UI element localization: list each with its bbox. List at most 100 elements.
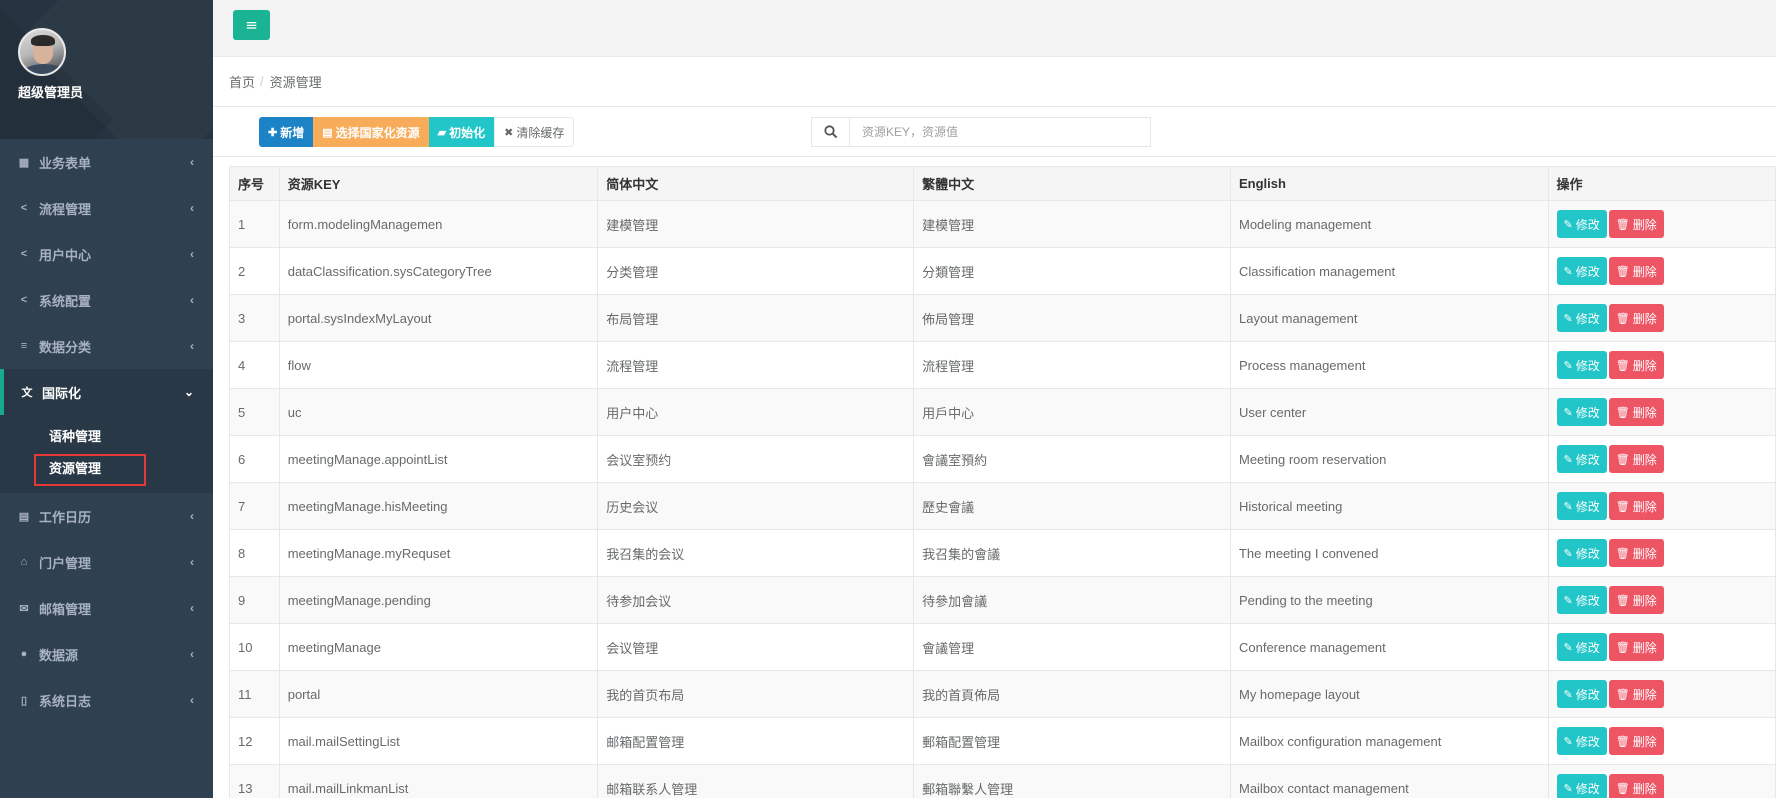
column-header-simplified[interactable]: 简体中文 [597, 166, 915, 201]
sidebar-item-mailbox[interactable]: ✉ 邮箱管理 ‹ [0, 585, 213, 631]
edit-button[interactable]: ✎ 修改 [1556, 774, 1607, 798]
delete-button[interactable]: 🗑 删除 [1608, 774, 1664, 798]
sidebar-subitem-language[interactable]: 语种管理 [0, 419, 213, 451]
cell-english: My homepage layout [1229, 670, 1549, 718]
select-i18n-resource-button[interactable]: ▤ 选择国家化资源 [313, 117, 429, 147]
close-icon: ✖ [504, 126, 514, 139]
sidebar-subitem-resource[interactable]: 资源管理 [0, 451, 213, 486]
cell-index: 7 [229, 482, 280, 530]
cell-index: 4 [229, 341, 280, 389]
cell-traditional: 我召集的會議 [913, 529, 1231, 577]
sidebar-item-system-log[interactable]: ▯ 系统日志 ‹ [0, 677, 213, 723]
trash-icon: 🗑 [1615, 688, 1630, 701]
sidebar-subitem-label: 资源管理 [49, 460, 102, 476]
cell-simplified: 建模管理 [597, 200, 915, 248]
search-input[interactable] [849, 117, 1151, 147]
edit-button[interactable]: ✎ 修改 [1556, 304, 1607, 332]
sidebar-item-business-forms[interactable]: ▦ 业务表单 ‹ [0, 139, 213, 185]
share-icon: < [20, 248, 28, 260]
edit-button[interactable]: ✎ 修改 [1556, 727, 1607, 755]
delete-button[interactable]: 🗑 删除 [1608, 633, 1664, 661]
chevron-down-icon: ⌄ [183, 385, 194, 399]
cell-english: Mailbox contact management [1229, 764, 1549, 798]
breadcrumb-home[interactable]: 首页 [229, 72, 255, 91]
edit-button[interactable]: ✎ 修改 [1556, 445, 1607, 473]
edit-button[interactable]: ✎ 修改 [1556, 210, 1607, 238]
delete-button[interactable]: 🗑 删除 [1608, 257, 1664, 285]
table-row: 6 meetingManage.appointList 会议室预约 會議室預約 Meet… [229, 435, 1776, 483]
column-header-actions: 操作 [1547, 166, 1776, 201]
select-i18n-label: 选择国家化资源 [335, 125, 420, 140]
sidebar-item-i18n[interactable]: 文 国际化 ⌄ [0, 369, 213, 415]
delete-button[interactable]: 🗑 删除 [1608, 539, 1664, 567]
cell-english: Historical meeting [1229, 482, 1549, 530]
profile-header: 超级管理员 [0, 0, 213, 139]
chevron-left-icon: ‹ [190, 247, 194, 261]
add-button[interactable]: ✚ 新增 [259, 117, 314, 147]
calendar-icon: ▤ [18, 510, 30, 523]
delete-button[interactable]: 🗑 删除 [1608, 351, 1664, 379]
sidebar: 超级管理员 ▦ 业务表单 ‹ < 流程管理 ‹ < 用户中心 ‹ < 系统配置 … [0, 0, 213, 798]
sidebar-item-label: 业务表单 [39, 155, 92, 171]
edit-icon: ✎ [1563, 359, 1573, 372]
chevron-left-icon: ‹ [190, 293, 194, 307]
sidebar-item-work-calendar[interactable]: ▤ 工作日历 ‹ [0, 493, 213, 539]
user-name[interactable]: 超级管理员 [18, 82, 83, 101]
delete-button[interactable]: 🗑 删除 [1608, 586, 1664, 614]
edit-button-label: 修改 [1575, 593, 1600, 608]
delete-button-label: 删除 [1632, 264, 1657, 279]
form-icon: ▦ [18, 156, 30, 169]
column-header-key[interactable]: 资源KEY [278, 166, 599, 201]
menu-toggle-button[interactable]: ≡ [233, 10, 270, 40]
sidebar-item-user-center[interactable]: < 用户中心 ‹ [0, 231, 213, 277]
search-icon[interactable] [811, 117, 849, 147]
cell-key: flow [278, 341, 599, 389]
edit-button[interactable]: ✎ 修改 [1556, 351, 1607, 379]
cell-actions: ✎ 修改 🗑 删除 [1547, 529, 1776, 577]
chevron-left-icon: ‹ [190, 509, 194, 523]
sidebar-item-portal[interactable]: ⌂ 门户管理 ‹ [0, 539, 213, 585]
trash-icon: 🗑 [1615, 641, 1630, 654]
delete-button[interactable]: 🗑 删除 [1608, 492, 1664, 520]
cell-actions: ✎ 修改 🗑 删除 [1547, 576, 1776, 624]
sidebar-item-data-category[interactable]: ≡ 数据分类 ‹ [0, 323, 213, 369]
sidebar-item-datasource[interactable]: ● 数据源 ‹ [0, 631, 213, 677]
edit-icon: ✎ [1563, 218, 1573, 231]
delete-button[interactable]: 🗑 删除 [1608, 680, 1664, 708]
cell-actions: ✎ 修改 🗑 删除 [1547, 435, 1776, 483]
table-row: 2 dataClassification.sysCategoryTree 分类管理分… [229, 247, 1776, 295]
edit-button-label: 修改 [1575, 499, 1600, 514]
initialize-button[interactable]: ▰ 初始化 [428, 117, 495, 147]
edit-button[interactable]: ✎ 修改 [1556, 257, 1607, 285]
cell-index: 13 [229, 764, 280, 798]
edit-button[interactable]: ✎ 修改 [1556, 586, 1607, 614]
edit-button[interactable]: ✎ 修改 [1556, 398, 1607, 426]
edit-button[interactable]: ✎ 修改 [1556, 539, 1607, 567]
delete-button[interactable]: 🗑 删除 [1608, 304, 1664, 332]
delete-button[interactable]: 🗑 删除 [1608, 398, 1664, 426]
sidebar-item-system-config[interactable]: < 系统配置 ‹ [0, 277, 213, 323]
edit-button-label: 修改 [1575, 546, 1600, 561]
avatar[interactable] [18, 28, 66, 76]
delete-button[interactable]: 🗑 删除 [1608, 210, 1664, 238]
i18n-submenu: 语种管理 资源管理 [0, 415, 213, 493]
clear-cache-button[interactable]: ✖ 清除缓存 [494, 117, 575, 147]
cell-actions: ✎ 修改 🗑 删除 [1547, 247, 1776, 295]
column-header-traditional[interactable]: 繁體中文 [913, 166, 1231, 201]
delete-button[interactable]: 🗑 删除 [1608, 445, 1664, 473]
column-header-english[interactable]: English [1229, 166, 1549, 201]
cell-key: meetingManage.myRequset [278, 529, 599, 577]
cell-key: form.modelingManagemen [278, 200, 599, 248]
sidebar-item-label: 流程管理 [39, 201, 92, 217]
edit-button[interactable]: ✎ 修改 [1556, 680, 1607, 708]
cell-key: mail.mailLinkmanList [278, 764, 599, 798]
edit-button[interactable]: ✎ 修改 [1556, 633, 1607, 661]
sidebar-item-process[interactable]: < 流程管理 ‹ [0, 185, 213, 231]
delete-button[interactable]: 🗑 删除 [1608, 727, 1664, 755]
cell-actions: ✎ 修改 🗑 删除 [1547, 717, 1776, 765]
cell-simplified: 分类管理 [597, 247, 915, 295]
edit-button[interactable]: ✎ 修改 [1556, 492, 1607, 520]
sidebar-item-label: 数据分类 [39, 339, 92, 355]
delete-button-label: 删除 [1632, 499, 1657, 514]
column-header-index[interactable]: 序号 [229, 166, 280, 201]
